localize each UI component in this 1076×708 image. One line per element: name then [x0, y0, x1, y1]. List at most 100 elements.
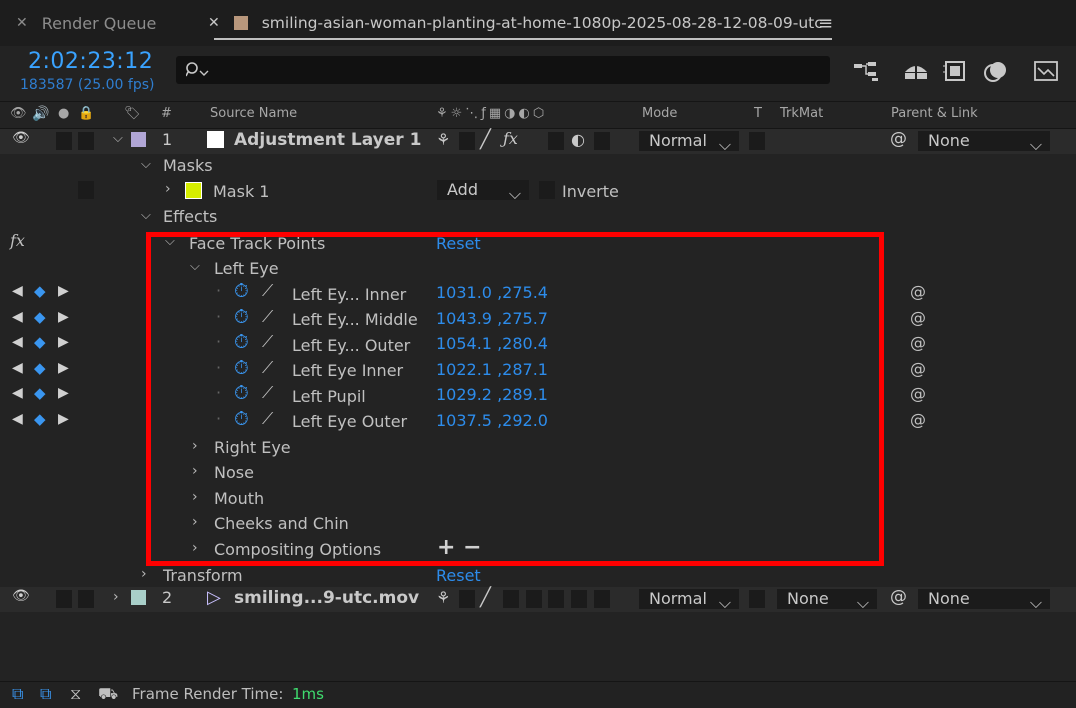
switch-box[interactable]	[459, 590, 475, 608]
pickwhip-icon[interactable]: @	[910, 410, 926, 429]
frame-blending-icon[interactable]	[942, 58, 970, 84]
fx-toggle-icon[interactable]: fx	[10, 231, 25, 250]
prev-keyframe-icon[interactable]: ◀	[12, 385, 23, 401]
next-keyframe-icon[interactable]: ▶	[58, 385, 69, 401]
graph-editor-icon[interactable]	[1032, 58, 1060, 84]
lock-toggle[interactable]	[78, 590, 94, 608]
solo-toggle[interactable]	[56, 132, 72, 150]
parent-dropdown[interactable]: None ⌵	[918, 589, 1050, 612]
next-keyframe-icon[interactable]: ▶	[58, 283, 69, 299]
pickwhip-icon[interactable]: @	[890, 587, 907, 607]
adjustment-switch-icon[interactable]: ◐	[571, 130, 585, 149]
lock-column-icon[interactable]: 🔒	[78, 106, 94, 121]
quality-icon[interactable]: ╱	[480, 587, 491, 608]
visibility-eye-icon[interactable]: 👁	[12, 130, 30, 146]
in-out-icon[interactable]: ⧖	[70, 684, 81, 704]
layer-row-2[interactable]: 👁 › 2 ▷ smiling...9-utc.mov ⚘ ╱ Normal ⌵…	[0, 587, 1076, 612]
next-keyframe-icon[interactable]: ▶	[58, 360, 69, 376]
parent-link-column[interactable]: Parent & Link	[891, 106, 978, 121]
switch-box[interactable]	[548, 132, 564, 150]
lock-toggle[interactable]	[78, 132, 94, 150]
switch-box[interactable]	[594, 132, 610, 150]
pickwhip-icon[interactable]: @	[890, 129, 907, 149]
solo-toggle[interactable]	[56, 590, 72, 608]
preserve-transparency-toggle[interactable]	[749, 590, 765, 608]
prev-keyframe-icon[interactable]: ◀	[12, 334, 23, 350]
motion-blur-icon[interactable]	[982, 58, 1010, 84]
chevron-down-icon[interactable]: ⌵	[141, 157, 151, 172]
switch-box[interactable]	[571, 590, 587, 608]
next-keyframe-icon[interactable]: ▶	[58, 334, 69, 350]
trkmat-dropdown[interactable]: None ⌵	[777, 589, 877, 612]
search-input[interactable]	[176, 56, 830, 84]
mask-color-swatch[interactable]	[185, 182, 202, 199]
transform-group[interactable]: Transform	[163, 566, 243, 585]
keyframe-diamond-icon[interactable]: ◆	[34, 384, 46, 402]
keyframe-diamond-icon[interactable]: ◆	[34, 333, 46, 351]
trkmat-column[interactable]: TrkMat	[780, 106, 823, 121]
switch-box[interactable]	[548, 590, 564, 608]
layer-switches-icon[interactable]: ⧉	[12, 684, 23, 704]
prev-keyframe-icon[interactable]: ◀	[12, 309, 23, 325]
label-color-swatch[interactable]	[131, 590, 146, 605]
transfer-controls-icon[interactable]: ⧉	[40, 684, 51, 704]
keyframe-diamond-icon[interactable]: ◆	[34, 282, 46, 300]
effects-group[interactable]: Effects	[163, 207, 217, 226]
prev-keyframe-icon[interactable]: ◀	[12, 411, 23, 427]
switch-box[interactable]	[526, 590, 542, 608]
layer-row-1[interactable]: 👁 ⌵ 1 Adjustment Layer 1 ⚘ ╱ ƒx ◐ Normal…	[0, 129, 1076, 154]
shy-icon[interactable]: ⚘	[436, 588, 450, 607]
pickwhip-icon[interactable]: @	[910, 384, 926, 403]
pickwhip-icon[interactable]: @	[910, 308, 926, 327]
close-icon[interactable]: ✕	[16, 15, 28, 31]
source-name-column[interactable]: Source Name	[210, 106, 297, 121]
label-column-icon[interactable]: 🏷	[124, 106, 141, 121]
blend-mode-dropdown[interactable]: Normal ⌵	[639, 131, 739, 154]
solo-column-icon[interactable]: ●	[58, 106, 69, 121]
pickwhip-icon[interactable]: @	[910, 359, 926, 378]
transform-reset-link[interactable]: Reset	[436, 566, 481, 585]
quality-icon[interactable]: ╱	[480, 129, 491, 150]
switch-box[interactable]	[459, 132, 475, 150]
preserve-transparency-toggle[interactable]	[749, 132, 765, 150]
label-color-swatch[interactable]	[131, 132, 146, 147]
chevron-right-icon[interactable]: ›	[165, 181, 171, 197]
tab-render-queue[interactable]: ✕ Render Queue	[16, 0, 156, 46]
next-keyframe-icon[interactable]: ▶	[58, 411, 69, 427]
switch-box[interactable]	[503, 590, 519, 608]
audio-column-icon[interactable]: 🔊	[32, 106, 49, 122]
effect-switch-icon[interactable]: ƒx	[503, 129, 518, 148]
prev-keyframe-icon[interactable]: ◀	[12, 360, 23, 376]
panel-menu-icon[interactable]: ≡	[818, 13, 833, 34]
draft-3d-icon[interactable]	[902, 58, 930, 84]
keyframe-diamond-icon[interactable]: ◆	[34, 410, 46, 428]
mask-name[interactable]: Mask 1	[213, 182, 269, 201]
blend-mode-dropdown[interactable]: Normal ⌵	[639, 589, 739, 612]
pickwhip-icon[interactable]: @	[910, 333, 926, 352]
prev-keyframe-icon[interactable]: ◀	[12, 283, 23, 299]
flowchart-icon[interactable]	[852, 58, 880, 84]
render-time-icon[interactable]: ⛟	[98, 684, 118, 705]
mode-column[interactable]: Mode	[642, 106, 677, 121]
mask-1-row[interactable]: › Mask 1 Add ⌵ Inverte	[0, 180, 1076, 205]
close-icon[interactable]: ✕	[208, 15, 220, 31]
visibility-eye-icon[interactable]: 👁	[12, 588, 30, 604]
lock-toggle[interactable]	[78, 181, 94, 199]
keyframe-diamond-icon[interactable]: ◆	[34, 308, 46, 326]
switch-box[interactable]	[594, 590, 610, 608]
chevron-down-icon[interactable]: ⌵	[141, 208, 151, 223]
eye-column-icon[interactable]: 👁	[10, 106, 27, 121]
mask-mode-dropdown[interactable]: Add ⌵	[437, 180, 529, 203]
chevron-right-icon[interactable]: ›	[141, 566, 147, 582]
chevron-down-icon[interactable]: ⌵	[113, 131, 123, 146]
masks-group[interactable]: Masks	[163, 156, 213, 175]
next-keyframe-icon[interactable]: ▶	[58, 309, 69, 325]
shy-icon[interactable]: ⚘	[436, 130, 450, 149]
parent-dropdown[interactable]: None ⌵	[918, 131, 1050, 154]
keyframe-diamond-icon[interactable]: ◆	[34, 359, 46, 377]
pickwhip-icon[interactable]: @	[910, 282, 926, 301]
chevron-right-icon[interactable]: ›	[113, 589, 119, 605]
layer-name[interactable]: Adjustment Layer 1	[234, 130, 421, 150]
layer-name[interactable]: smiling...9-utc.mov	[234, 588, 419, 608]
inverted-checkbox[interactable]	[539, 181, 555, 199]
